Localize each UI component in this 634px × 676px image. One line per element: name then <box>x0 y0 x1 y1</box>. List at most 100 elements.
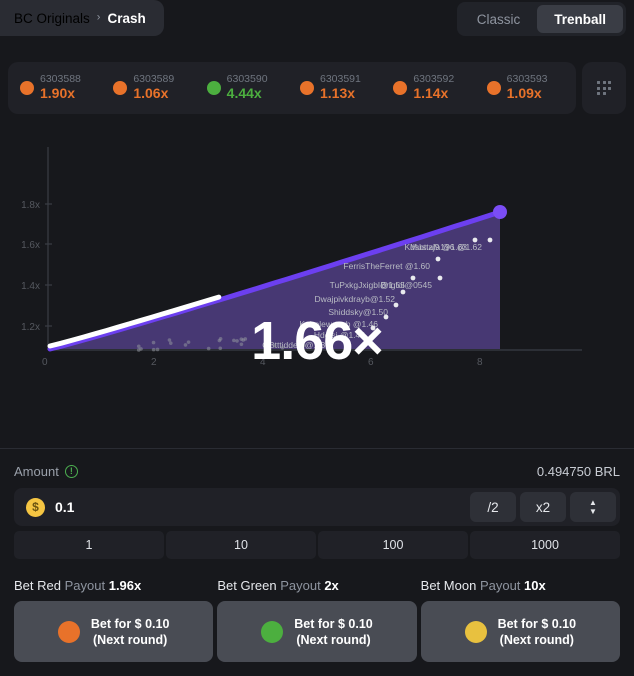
history-result-dot <box>300 81 314 95</box>
history-result-dot <box>207 81 221 95</box>
tab-trenball[interactable]: Trenball <box>537 5 623 33</box>
cashout-dot <box>401 290 406 295</box>
halve-amount-button[interactable]: /2 <box>470 492 516 522</box>
quick-amount-button[interactable]: 1 <box>14 531 164 559</box>
chevron-right-icon: › <box>97 12 101 23</box>
cashout-dot <box>302 343 306 347</box>
x-axis-tick: 6 <box>368 357 374 368</box>
quick-amount-button[interactable]: 1000 <box>470 531 620 559</box>
cashout-label: Mustafa196 @1.62 <box>410 242 482 252</box>
breadcrumb: BC Originals › Crash <box>0 0 164 36</box>
bet-header: Bet Moon Payout 10x <box>421 578 620 593</box>
amount-input-row: $ /2 x2 ▲ ▼ <box>14 488 620 526</box>
quick-amount-button[interactable]: 100 <box>318 531 468 559</box>
place-bet-button[interactable]: Bet for $ 0.10 (Next round) <box>217 601 416 662</box>
info-icon[interactable]: ! <box>65 465 78 478</box>
history-multiplier: 1.09x <box>507 86 548 102</box>
breadcrumb-root[interactable]: BC Originals <box>14 11 90 26</box>
history-item[interactable]: 6303589 1.06x <box>105 74 198 101</box>
amount-stepper[interactable]: ▲ ▼ <box>570 492 616 522</box>
double-amount-button[interactable]: x2 <box>520 492 566 522</box>
bet-name: Bet Moon <box>421 578 477 593</box>
cashout-dot <box>281 346 285 350</box>
bet-column: Bet Green Payout 2x Bet for $ 0.10 (Next r… <box>217 578 416 662</box>
stepper-down-icon[interactable]: ▼ <box>589 509 597 515</box>
bet-button-line2: (Next round) <box>500 633 574 647</box>
round-history-list: 6303588 1.90x 6303589 1.06x 6303590 4.44x 6303… <box>8 62 576 114</box>
grid-menu-icon[interactable] <box>582 62 626 114</box>
cashout-label: QBtttidden @1.37 <box>262 340 330 350</box>
cashout-dot <box>187 340 191 344</box>
round-history: 6303588 1.90x 6303589 1.06x 6303590 4.44x 6303… <box>8 62 626 114</box>
amount-label-group: Amount ! <box>14 464 78 479</box>
bet-options: Bet Red Payout 1.96x Bet for $ 0.10 (Next … <box>14 578 620 662</box>
cashout-dot <box>273 344 277 348</box>
cashout-dot <box>336 336 341 341</box>
cashout-dot <box>139 347 143 351</box>
bet-button-line2: (Next round) <box>93 633 167 647</box>
place-bet-button[interactable]: Bet for $ 0.10 (Next round) <box>14 601 213 662</box>
bet-button-line1: Bet for $ 0.10 <box>91 617 170 631</box>
bet-button-text: Bet for $ 0.10 (Next round) <box>294 616 373 648</box>
cashout-dot <box>243 337 247 341</box>
bet-color-dot <box>465 621 487 643</box>
cashout-dot <box>312 338 316 342</box>
history-item[interactable]: 6303590 4.44x <box>199 74 292 101</box>
crash-curve-endpoint <box>493 205 507 219</box>
history-item[interactable]: 6303593 1.09x <box>479 74 572 101</box>
bet-header: Bet Green Payout 2x <box>217 578 416 593</box>
section-divider <box>0 448 634 449</box>
bet-button-line1: Bet for $ 0.10 <box>498 617 577 631</box>
amount-input[interactable] <box>45 499 470 515</box>
bet-name: Bet Green <box>217 578 276 593</box>
history-item[interactable]: 6303592 1.14x <box>385 74 478 101</box>
history-multiplier: 4.44x <box>227 86 268 102</box>
tab-classic[interactable]: Classic <box>460 5 538 33</box>
cashout-dot <box>152 348 156 352</box>
bet-button-line1: Bet for $ 0.10 <box>294 617 373 631</box>
cashout-dot <box>152 341 156 345</box>
cashout-dot <box>219 337 223 341</box>
history-result-dot <box>113 81 127 95</box>
y-axis-tick: 1.2x <box>21 322 40 333</box>
bet-header: Bet Red Payout 1.96x <box>14 578 213 593</box>
crash-chart: 1.2x 1.4x 1.6x 1.8x 02468 Kdsbttzj9 @1.63 Mu… <box>0 122 634 442</box>
stepper-up-icon[interactable]: ▲ <box>589 500 597 506</box>
bet-payout-label: Payout <box>280 578 320 593</box>
cashout-label: Kpbolewgnyb @1.46 <box>299 319 378 329</box>
amount-header: Amount ! 0.494750 BRL <box>14 460 620 482</box>
history-multiplier: 1.06x <box>133 86 174 102</box>
cashout-label: Brigtol@0545 <box>380 280 432 290</box>
x-axis-tick: 2 <box>151 357 157 368</box>
cashout-dot <box>436 257 441 262</box>
quick-amount-button[interactable]: 10 <box>166 531 316 559</box>
bet-payout-value: 10x <box>524 578 546 593</box>
x-axis-labels: 0 2 4 6 8 <box>42 357 483 368</box>
bet-payout-value: 1.96x <box>109 578 142 593</box>
history-result-dot <box>20 81 34 95</box>
bet-button-line2: (Next round) <box>296 633 370 647</box>
game-mode-switch: Classic Trenball <box>457 2 626 36</box>
place-bet-button[interactable]: Bet for $ 0.10 (Next round) <box>421 601 620 662</box>
cashout-dot <box>168 338 172 342</box>
cashout-dot <box>156 348 160 352</box>
amount-label: Amount <box>14 464 59 479</box>
bet-color-dot <box>58 621 80 643</box>
x-axis-tick: 8 <box>477 357 483 368</box>
bet-column: Bet Red Payout 1.96x Bet for $ 0.10 (Next … <box>14 578 213 662</box>
y-axis-labels: 1.2x1.4x1.6x1.8x <box>21 200 40 333</box>
bet-name: Bet Red <box>14 578 61 593</box>
cashout-label: Shiddsky@1.50 <box>328 307 388 317</box>
cashout-dot <box>371 326 376 331</box>
y-axis-tick: 1.6x <box>21 240 40 251</box>
cashout-dot <box>184 343 188 347</box>
bet-payout-label: Payout <box>480 578 520 593</box>
history-result-dot <box>393 81 407 95</box>
bet-button-text: Bet for $ 0.10 (Next round) <box>498 616 577 648</box>
cashout-dot <box>235 339 239 343</box>
cashout-dot <box>384 315 389 320</box>
y-axis-tick: 1.4x <box>21 281 40 292</box>
history-item[interactable]: 6303591 1.13x <box>292 74 385 101</box>
history-item[interactable]: 6303588 1.90x <box>12 74 105 101</box>
bet-payout-label: Payout <box>65 578 105 593</box>
